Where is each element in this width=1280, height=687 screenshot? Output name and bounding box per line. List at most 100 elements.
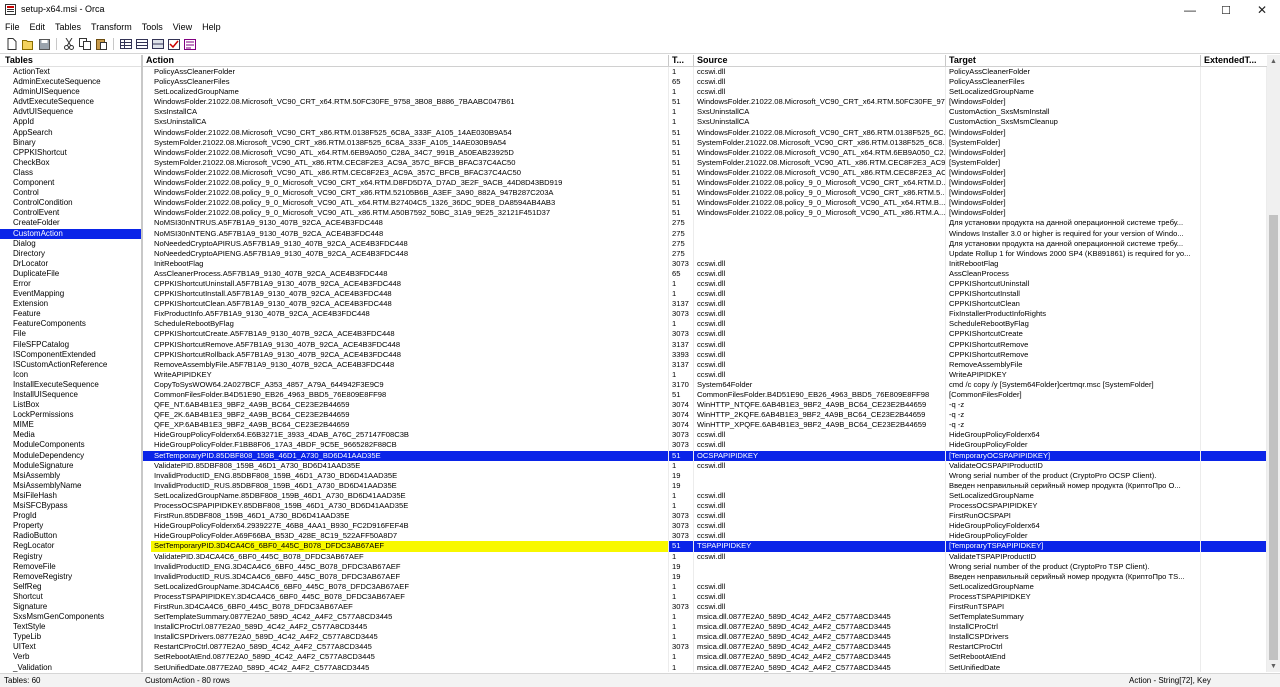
table-row[interactable]: InstallCProCtrl.0877E2A0_589D_4C42_A4F2_…: [143, 622, 1267, 633]
target-cell[interactable]: HideGroupPolicyFolder: [946, 440, 1201, 451]
table-list-item[interactable]: InstallExecuteSequence: [0, 380, 141, 390]
extended-type-cell[interactable]: [1201, 97, 1267, 108]
source-cell[interactable]: [694, 228, 946, 239]
target-cell[interactable]: [CommonFilesFolder]: [946, 390, 1201, 401]
table-list-item[interactable]: ModuleSignature: [0, 461, 141, 471]
table-list-item[interactable]: TextStyle: [0, 622, 141, 632]
type-cell[interactable]: 3073: [669, 601, 694, 613]
source-cell[interactable]: ccswi.dll: [694, 77, 946, 88]
extended-type-cell[interactable]: [1201, 309, 1267, 320]
table-list-item[interactable]: AdminExecuteSequence: [0, 77, 141, 87]
menu-transform[interactable]: Transform: [86, 20, 137, 35]
source-cell[interactable]: SystemFolder.21022.08.Microsoft_VC90_ATL…: [694, 157, 946, 168]
type-cell[interactable]: 275: [669, 238, 694, 249]
extended-type-cell[interactable]: [1201, 137, 1267, 148]
action-cell[interactable]: NoMSI30nNTRUS.A5F7B1A9_9130_407B_92CA_AC…: [151, 218, 669, 229]
extended-type-cell[interactable]: [1201, 450, 1267, 461]
source-cell[interactable]: SxsUninstallCA: [694, 107, 946, 118]
transform-icon[interactable]: [184, 38, 196, 50]
table-row[interactable]: HideGroupPolicyFolder.A69F66BA_B53D_428E…: [143, 531, 1267, 542]
type-cell[interactable]: 51: [669, 137, 694, 148]
table-list-item[interactable]: DuplicateFile: [0, 269, 141, 279]
menu-help[interactable]: Help: [197, 20, 226, 35]
source-cell[interactable]: ccswi.dll: [694, 319, 946, 330]
menu-view[interactable]: View: [168, 20, 197, 35]
extended-type-cell[interactable]: [1201, 77, 1267, 88]
target-cell[interactable]: CPPKIShortcutUninstall: [946, 278, 1201, 290]
target-cell[interactable]: ValidateTSPAPIProductID: [946, 551, 1201, 562]
table-list-item[interactable]: File: [0, 329, 141, 339]
extended-type-cell[interactable]: [1201, 369, 1267, 380]
source-cell[interactable]: ccswi.dll: [694, 369, 946, 380]
extended-type-cell[interactable]: [1201, 601, 1267, 613]
drop-row-icon[interactable]: [152, 38, 164, 50]
source-cell[interactable]: ccswi.dll: [694, 258, 946, 269]
table-list-item[interactable]: ControlEvent: [0, 208, 141, 218]
source-cell[interactable]: ccswi.dll: [694, 531, 946, 542]
action-cell[interactable]: ProcessTSPAPIPIDKEY.3D4CA4C6_6BF0_445C_B…: [151, 591, 669, 602]
target-cell[interactable]: SetTemplateSummary: [946, 612, 1201, 623]
table-list-item[interactable]: FileSFPCatalog: [0, 340, 141, 350]
type-cell[interactable]: 51: [669, 147, 694, 158]
table-row[interactable]: InstallCSPDrivers.0877E2A0_589D_4C42_A4F…: [143, 632, 1267, 643]
action-cell[interactable]: WindowsFolder.21022.08.Microsoft_VC90_CR…: [151, 97, 669, 108]
table-list-item[interactable]: ProgId: [0, 511, 141, 521]
type-cell[interactable]: 1: [669, 612, 694, 623]
extended-type-cell[interactable]: [1201, 581, 1267, 592]
table-row[interactable]: QFE_NT.6AB4B1E3_9BF2_4A9B_BC64_CE23E2B44…: [143, 400, 1267, 411]
table-row[interactable]: NoNeededCryptoAPIRUS.A5F7B1A9_9130_407B_…: [143, 238, 1267, 249]
target-cell[interactable]: FirstRunOCSPAPI: [946, 511, 1201, 522]
extended-type-cell[interactable]: [1201, 440, 1267, 451]
action-cell[interactable]: SystemFolder.21022.08.Microsoft_VC90_ATL…: [151, 157, 669, 168]
extended-type-cell[interactable]: [1201, 198, 1267, 209]
action-cell[interactable]: SetUnifiedDate.0877E2A0_589D_4C42_A4F2_C…: [151, 662, 669, 672]
target-cell[interactable]: [SystemFolder]: [946, 157, 1201, 168]
column-header-action[interactable]: Action: [143, 55, 669, 66]
source-cell[interactable]: ccswi.dll: [694, 67, 946, 78]
table-list-item[interactable]: CheckBox: [0, 158, 141, 168]
type-cell[interactable]: 19: [669, 480, 694, 491]
source-cell[interactable]: msica.dll.0877E2A0_589D_4C42_A4F2_C577A8…: [694, 642, 946, 653]
type-cell[interactable]: 51: [669, 97, 694, 108]
table-list-item[interactable]: Extension: [0, 299, 141, 309]
table-row[interactable]: NoNeededCryptoAPIENG.A5F7B1A9_9130_407B_…: [143, 248, 1267, 259]
type-cell[interactable]: 3170: [669, 379, 694, 390]
source-cell[interactable]: ccswi.dll: [694, 268, 946, 279]
source-cell[interactable]: SxsUninstallCA: [694, 117, 946, 128]
table-list-item[interactable]: ISCustomActionReference: [0, 360, 141, 370]
table-list-item[interactable]: FeatureComponents: [0, 319, 141, 329]
target-cell[interactable]: HideGroupPolicyFolderx64: [946, 521, 1201, 532]
source-cell[interactable]: msica.dll.0877E2A0_589D_4C42_A4F2_C577A8…: [694, 622, 946, 633]
add-row-icon[interactable]: [136, 38, 148, 50]
type-cell[interactable]: 1: [669, 460, 694, 471]
scrollbar-thumb[interactable]: [1269, 215, 1278, 660]
table-row[interactable]: FixProductInfo.A5F7B1A9_9130_407B_92CA_A…: [143, 309, 1267, 320]
target-cell[interactable]: Для установки продукта на данной операци…: [946, 218, 1201, 229]
table-row[interactable]: WindowsFolder.21022.08.Microsoft_VC90_AT…: [143, 147, 1267, 158]
action-cell[interactable]: CPPKIShortcutCreate.A5F7B1A9_9130_407B_9…: [151, 329, 669, 340]
action-cell[interactable]: SetLocalizedGroupName: [151, 87, 669, 98]
extended-type-cell[interactable]: [1201, 107, 1267, 118]
target-cell[interactable]: InstallCProCtrl: [946, 622, 1201, 633]
table-row[interactable]: NoMSI30nNTENG.A5F7B1A9_9130_407B_92CA_AC…: [143, 228, 1267, 239]
action-cell[interactable]: CopyToSysWOW64.2A027BCF_A353_4857_A79A_6…: [151, 379, 669, 390]
source-cell[interactable]: WindowsFolder.21022.08.policy_9_0_Micros…: [694, 208, 946, 219]
action-cell[interactable]: NoNeededCryptoAPIRUS.A5F7B1A9_9130_407B_…: [151, 238, 669, 249]
target-cell[interactable]: Windows Installer 3.0 or higher is requi…: [946, 228, 1201, 239]
type-cell[interactable]: 51: [669, 127, 694, 138]
action-cell[interactable]: FirstRun.3D4CA4C6_6BF0_445C_B078_DFDC3AB…: [151, 601, 669, 613]
table-list-item[interactable]: RadioButton: [0, 531, 141, 541]
extended-type-cell[interactable]: [1201, 561, 1267, 572]
paste-icon[interactable]: [95, 38, 107, 50]
table-row[interactable]: SxsUninstallCA 1 SxsUninstallCA CustomActio…: [143, 117, 1267, 128]
table-row[interactable]: CPPKIShortcutUninstall.A5F7B1A9_9130_407…: [143, 278, 1267, 290]
action-cell[interactable]: InstallCProCtrl.0877E2A0_589D_4C42_A4F2_…: [151, 622, 669, 633]
target-cell[interactable]: CustomAction_SxsMsmCleanup: [946, 117, 1201, 128]
extended-type-cell[interactable]: [1201, 662, 1267, 672]
extended-type-cell[interactable]: [1201, 359, 1267, 370]
extended-type-cell[interactable]: [1201, 571, 1267, 582]
table-list-item[interactable]: ISComponentExtended: [0, 350, 141, 360]
type-cell[interactable]: 65: [669, 77, 694, 88]
table-row[interactable]: SetTemporaryPID.3D4CA4C6_6BF0_445C_B078_…: [143, 541, 1267, 552]
target-cell[interactable]: FixInstallerProductInfoRights: [946, 309, 1201, 320]
